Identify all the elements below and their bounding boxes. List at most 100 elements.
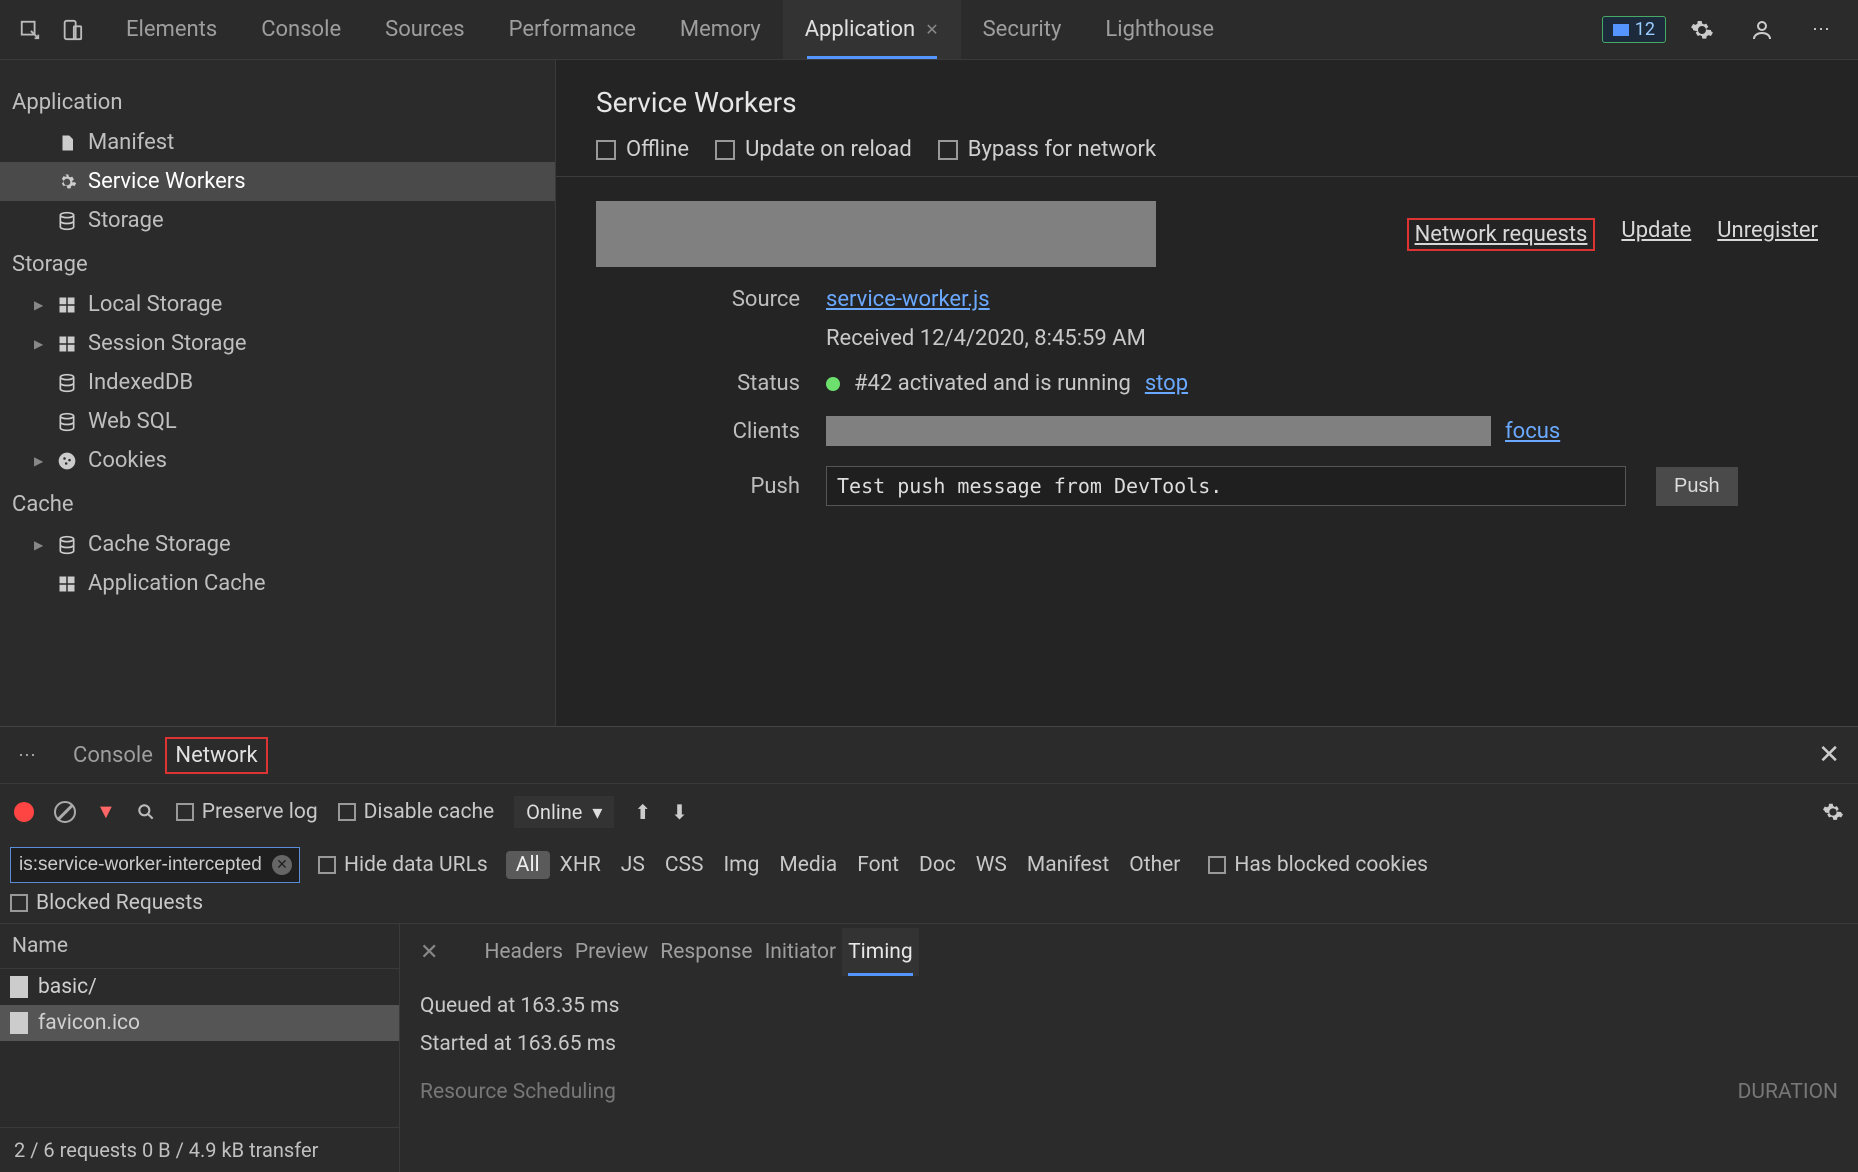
filter-type-xhr[interactable]: XHR bbox=[550, 851, 611, 879]
clear-icon[interactable] bbox=[54, 801, 76, 823]
sidebar-group-application: Application bbox=[0, 78, 555, 123]
sidebar-item-web-sql[interactable]: Web SQL bbox=[0, 402, 555, 441]
blocked-requests-checkbox[interactable]: Blocked Requests bbox=[10, 891, 203, 915]
account-icon[interactable] bbox=[1744, 12, 1780, 48]
offline-checkbox[interactable]: Offline bbox=[596, 137, 689, 162]
drawer-close-icon[interactable]: ✕ bbox=[1818, 740, 1840, 770]
sidebar-item-label: Cache Storage bbox=[88, 532, 231, 557]
download-har-icon[interactable]: ⬇ bbox=[671, 800, 688, 824]
request-list: Name basic/favicon.ico 2 / 6 requests 0 … bbox=[0, 924, 400, 1172]
inspect-icon[interactable] bbox=[12, 12, 48, 48]
source-file-link[interactable]: service-worker.js bbox=[826, 287, 990, 312]
sidebar-item-label: Application Cache bbox=[88, 571, 266, 596]
filter-icon[interactable]: ▼ bbox=[96, 799, 116, 824]
push-button[interactable]: Push bbox=[1656, 467, 1738, 506]
sidebar-item-storage[interactable]: Storage bbox=[0, 201, 555, 240]
received-text: Received 12/4/2020, 8:45:59 AM bbox=[826, 326, 1146, 351]
detail-tab-response[interactable]: Response bbox=[654, 928, 758, 976]
upload-har-icon[interactable]: ⬆ bbox=[634, 800, 651, 824]
service-workers-panel: Service Workers Offline Update on reload B… bbox=[556, 60, 1858, 726]
status-text: #42 activated and is running bbox=[854, 371, 1131, 396]
filter-type-ws[interactable]: WS bbox=[966, 851, 1017, 879]
close-tab-icon[interactable]: ✕ bbox=[925, 20, 938, 39]
document-icon bbox=[10, 1012, 28, 1034]
network-filter-input[interactable] bbox=[10, 847, 300, 883]
sidebar-item-cookies[interactable]: ▶Cookies bbox=[0, 441, 555, 480]
request-detail: ✕ HeadersPreviewResponseInitiatorTiming … bbox=[400, 924, 1858, 1172]
sidebar-item-cache-storage[interactable]: ▶Cache Storage bbox=[0, 525, 555, 564]
push-input[interactable] bbox=[826, 466, 1626, 506]
detail-tab-headers[interactable]: Headers bbox=[478, 928, 568, 976]
search-icon[interactable] bbox=[136, 802, 156, 822]
filter-type-all[interactable]: All bbox=[506, 851, 550, 879]
device-toggle-icon[interactable] bbox=[54, 12, 90, 48]
db-icon bbox=[56, 372, 78, 394]
record-icon[interactable] bbox=[14, 802, 34, 822]
sw-scope-placeholder bbox=[596, 201, 1156, 267]
request-row[interactable]: basic/ bbox=[0, 969, 399, 1005]
filter-type-doc[interactable]: Doc bbox=[909, 851, 966, 879]
settings-icon[interactable] bbox=[1684, 12, 1720, 48]
db-icon bbox=[56, 534, 78, 556]
drawer-tab-console[interactable]: Console bbox=[65, 739, 161, 772]
unregister-link[interactable]: Unregister bbox=[1717, 218, 1818, 251]
detail-tab-timing[interactable]: Timing bbox=[842, 928, 919, 976]
update-on-reload-checkbox[interactable]: Update on reload bbox=[715, 137, 912, 162]
grid-icon bbox=[56, 294, 78, 316]
panel-title: Service Workers bbox=[596, 86, 1818, 119]
throttling-select[interactable]: Online▾ bbox=[514, 796, 614, 828]
detail-tab-initiator[interactable]: Initiator bbox=[759, 928, 843, 976]
tab-elements[interactable]: Elements bbox=[104, 0, 239, 59]
preserve-log-checkbox[interactable]: Preserve log bbox=[176, 800, 318, 824]
issues-badge[interactable]: 12 bbox=[1602, 16, 1666, 43]
detail-close-icon[interactable]: ✕ bbox=[420, 940, 438, 965]
detail-tab-preview[interactable]: Preview bbox=[569, 928, 654, 976]
tab-performance[interactable]: Performance bbox=[487, 0, 658, 59]
sidebar-item-label: Cookies bbox=[88, 448, 167, 473]
request-row[interactable]: favicon.ico bbox=[0, 1005, 399, 1041]
filter-type-media[interactable]: Media bbox=[769, 851, 847, 879]
topbar-right: 12 ⋯ bbox=[1602, 12, 1846, 48]
sidebar-item-application-cache[interactable]: Application Cache bbox=[0, 564, 555, 603]
sidebar-item-manifest[interactable]: Manifest bbox=[0, 123, 555, 162]
hide-data-urls-checkbox[interactable]: Hide data URLs bbox=[318, 853, 488, 877]
clear-filter-icon[interactable]: ✕ bbox=[272, 855, 292, 875]
sidebar-item-service-workers[interactable]: Service Workers bbox=[0, 162, 555, 201]
timing-duration-label: DURATION bbox=[1738, 1080, 1838, 1104]
filter-type-img[interactable]: Img bbox=[713, 851, 769, 879]
filter-type-manifest[interactable]: Manifest bbox=[1017, 851, 1119, 879]
issues-count: 12 bbox=[1635, 19, 1655, 40]
tab-security[interactable]: Security bbox=[961, 0, 1084, 59]
sidebar-item-session-storage[interactable]: ▶Session Storage bbox=[0, 324, 555, 363]
bypass-for-network-checkbox[interactable]: Bypass for network bbox=[938, 137, 1156, 162]
filter-type-font[interactable]: Font bbox=[847, 851, 909, 879]
tab-application[interactable]: Application✕ bbox=[783, 0, 961, 59]
tab-lighthouse[interactable]: Lighthouse bbox=[1083, 0, 1236, 59]
sidebar-item-indexeddb[interactable]: IndexedDB bbox=[0, 363, 555, 402]
update-link[interactable]: Update bbox=[1621, 218, 1691, 251]
focus-link[interactable]: focus bbox=[1505, 419, 1560, 444]
network-settings-icon[interactable] bbox=[1822, 801, 1844, 823]
sidebar-group-cache: Cache bbox=[0, 480, 555, 525]
tab-sources[interactable]: Sources bbox=[363, 0, 487, 59]
tab-console[interactable]: Console bbox=[239, 0, 363, 59]
disable-cache-checkbox[interactable]: Disable cache bbox=[338, 800, 495, 824]
sidebar-item-local-storage[interactable]: ▶Local Storage bbox=[0, 285, 555, 324]
filter-type-other[interactable]: Other bbox=[1119, 851, 1190, 879]
sidebar-item-label: IndexedDB bbox=[88, 370, 193, 395]
more-icon[interactable]: ⋯ bbox=[1804, 12, 1840, 48]
filter-type-css[interactable]: CSS bbox=[655, 851, 714, 879]
stop-link[interactable]: stop bbox=[1145, 371, 1188, 396]
tab-memory[interactable]: Memory bbox=[658, 0, 783, 59]
filter-type-js[interactable]: JS bbox=[611, 851, 655, 879]
sidebar-item-label: Storage bbox=[88, 208, 164, 233]
gear-icon bbox=[56, 171, 78, 193]
db-icon bbox=[56, 411, 78, 433]
blocked-cookies-checkbox[interactable]: Has blocked cookies bbox=[1208, 853, 1428, 877]
network-requests-link[interactable]: Network requests bbox=[1407, 218, 1596, 251]
push-label: Push bbox=[596, 474, 826, 499]
request-summary: 2 / 6 requests 0 B / 4.9 kB transfer bbox=[0, 1127, 399, 1172]
drawer-more-icon[interactable]: ⋯ bbox=[18, 745, 39, 766]
timing-started: Started at 163.65 ms bbox=[420, 1032, 1838, 1056]
drawer-tab-network[interactable]: Network bbox=[165, 737, 267, 774]
